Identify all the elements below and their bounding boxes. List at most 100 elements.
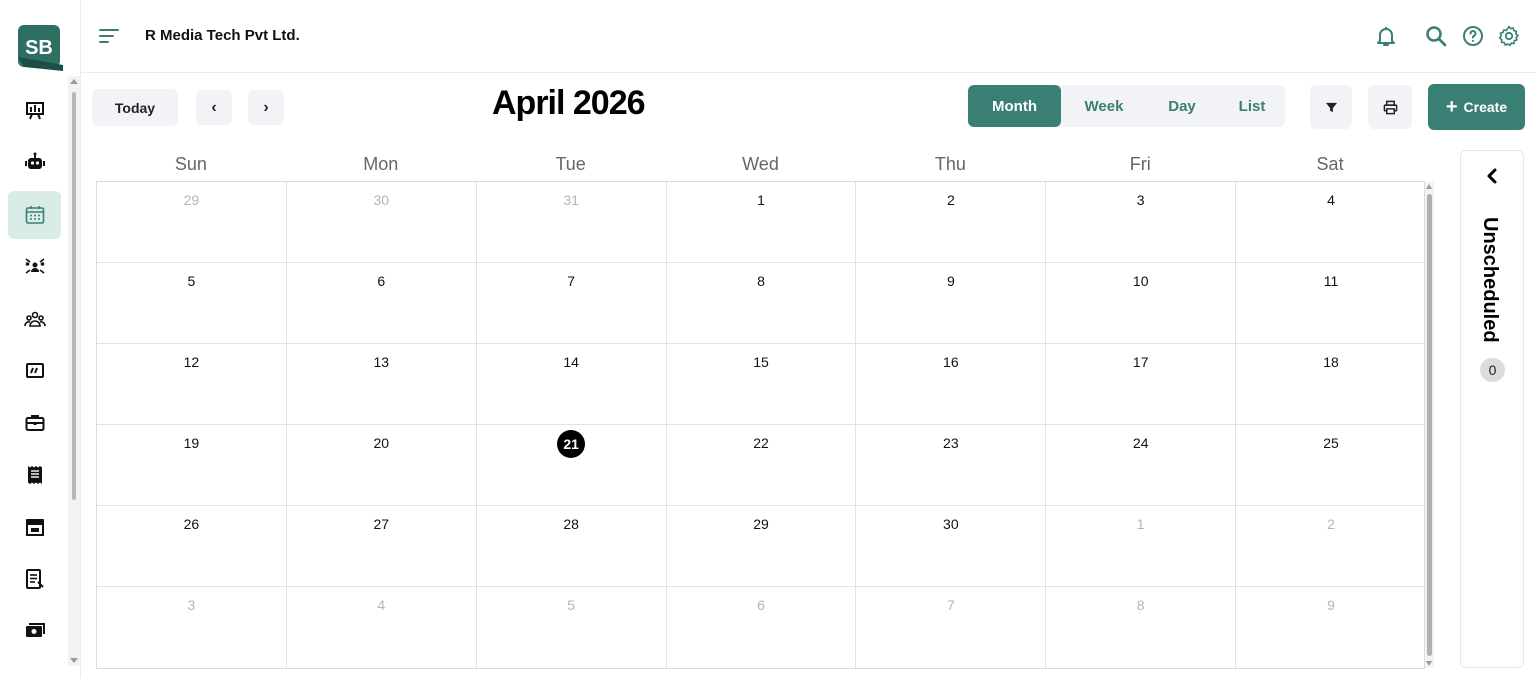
day-cell[interactable]: 9: [1236, 587, 1426, 668]
day-cell[interactable]: 3: [97, 587, 287, 668]
day-cell[interactable]: 24: [1046, 425, 1237, 506]
view-month-button[interactable]: Month: [968, 85, 1061, 127]
day-cell[interactable]: 29: [97, 182, 287, 263]
day-cell[interactable]: 2: [856, 182, 1047, 263]
scroll-thumb[interactable]: [1427, 194, 1432, 656]
day-cell[interactable]: 8: [666, 263, 857, 344]
day-number[interactable]: 30: [287, 192, 476, 208]
day-number[interactable]: 25: [1236, 435, 1426, 451]
prev-month-button[interactable]: ‹: [196, 90, 232, 125]
scroll-down-arrow[interactable]: [70, 658, 78, 663]
menu-icon[interactable]: [99, 27, 119, 45]
today-day-number[interactable]: 21: [477, 430, 666, 458]
scroll-thumb[interactable]: [72, 92, 76, 500]
sidebar-scrollbar[interactable]: [68, 76, 80, 666]
help-icon[interactable]: [1461, 24, 1485, 48]
day-number[interactable]: 4: [287, 597, 476, 613]
day-cell[interactable]: 16: [856, 344, 1047, 425]
day-cell[interactable]: 5: [477, 587, 667, 668]
day-cell[interactable]: 6: [286, 263, 477, 344]
day-cell[interactable]: 21: [476, 425, 667, 506]
day-cell[interactable]: 18: [1236, 344, 1426, 425]
day-cell[interactable]: 3: [1046, 182, 1237, 263]
day-number[interactable]: 14: [477, 354, 666, 370]
day-number[interactable]: 10: [1046, 273, 1235, 289]
day-cell[interactable]: 14: [476, 344, 667, 425]
day-cell[interactable]: 15: [666, 344, 857, 425]
day-number[interactable]: 9: [856, 273, 1045, 289]
day-number[interactable]: 8: [1046, 597, 1235, 613]
sidebar-item-presentation[interactable]: [8, 86, 61, 134]
day-number[interactable]: 9: [1236, 597, 1426, 613]
day-cell[interactable]: 20: [286, 425, 477, 506]
day-cell[interactable]: 25: [1236, 425, 1426, 506]
sidebar-item-receipt[interactable]: [8, 451, 61, 499]
day-number[interactable]: 26: [97, 516, 286, 532]
sidebar-item-document[interactable]: [8, 555, 61, 603]
scroll-down-arrow[interactable]: [1426, 661, 1432, 666]
chevron-left-icon[interactable]: [1483, 167, 1501, 185]
calendar-scrollbar[interactable]: [1425, 182, 1434, 668]
day-cell[interactable]: 4: [287, 587, 477, 668]
view-day-button[interactable]: Day: [1146, 85, 1218, 127]
day-cell[interactable]: 7: [476, 263, 667, 344]
day-number[interactable]: 28: [477, 516, 666, 532]
print-button[interactable]: [1368, 85, 1412, 129]
day-cell[interactable]: 12: [97, 344, 287, 425]
day-number[interactable]: 2: [1236, 516, 1426, 532]
day-cell[interactable]: 6: [667, 587, 857, 668]
day-number[interactable]: 2: [856, 192, 1045, 208]
day-number[interactable]: 11: [1236, 273, 1426, 289]
view-week-button[interactable]: Week: [1064, 85, 1144, 127]
today-button[interactable]: Today: [92, 89, 178, 126]
create-button[interactable]: + Create: [1428, 84, 1525, 130]
next-month-button[interactable]: ›: [248, 90, 284, 125]
day-cell[interactable]: 30: [856, 506, 1047, 587]
day-number[interactable]: 7: [477, 273, 666, 289]
sidebar-item-robot[interactable]: [8, 138, 61, 186]
app-logo[interactable]: SB: [18, 25, 63, 71]
scroll-up-arrow[interactable]: [70, 79, 78, 84]
day-number[interactable]: 16: [856, 354, 1045, 370]
day-number[interactable]: 23: [856, 435, 1045, 451]
day-number[interactable]: 3: [97, 597, 286, 613]
day-number[interactable]: 1: [1046, 516, 1235, 532]
day-cell[interactable]: 19: [97, 425, 287, 506]
day-number[interactable]: 20: [287, 435, 476, 451]
day-cell[interactable]: 8: [1046, 587, 1237, 668]
day-cell[interactable]: 27: [286, 506, 477, 587]
day-number[interactable]: 3: [1046, 192, 1235, 208]
day-number[interactable]: 29: [97, 192, 286, 208]
day-cell[interactable]: 1: [1046, 506, 1237, 587]
day-cell[interactable]: 7: [856, 587, 1047, 668]
day-number[interactable]: 27: [287, 516, 476, 532]
day-number[interactable]: 4: [1236, 192, 1426, 208]
day-number[interactable]: 6: [667, 597, 856, 613]
day-cell[interactable]: 13: [286, 344, 477, 425]
day-number[interactable]: 15: [667, 354, 856, 370]
day-number[interactable]: 19: [97, 435, 286, 451]
day-cell[interactable]: 10: [1046, 263, 1237, 344]
day-cell[interactable]: 4: [1236, 182, 1426, 263]
day-number[interactable]: 1: [667, 192, 856, 208]
day-cell[interactable]: 23: [856, 425, 1047, 506]
day-number[interactable]: 18: [1236, 354, 1426, 370]
day-cell[interactable]: 30: [286, 182, 477, 263]
sidebar-item-briefcase[interactable]: [8, 399, 61, 447]
search-icon[interactable]: [1424, 24, 1448, 48]
settings-icon[interactable]: [1497, 24, 1521, 48]
day-cell[interactable]: 31: [476, 182, 667, 263]
day-cell[interactable]: 17: [1046, 344, 1237, 425]
day-cell[interactable]: 1: [666, 182, 857, 263]
day-number[interactable]: 8: [667, 273, 856, 289]
day-number[interactable]: 5: [97, 273, 286, 289]
day-number[interactable]: 22: [667, 435, 856, 451]
sidebar-item-quote-board[interactable]: [8, 347, 61, 395]
day-number[interactable]: 7: [856, 597, 1045, 613]
day-number[interactable]: 31: [477, 192, 666, 208]
sidebar-item-people-group[interactable]: [8, 295, 61, 343]
day-number[interactable]: 5: [477, 597, 666, 613]
day-cell[interactable]: 26: [97, 506, 287, 587]
day-cell[interactable]: 28: [476, 506, 667, 587]
day-cell[interactable]: 9: [856, 263, 1047, 344]
